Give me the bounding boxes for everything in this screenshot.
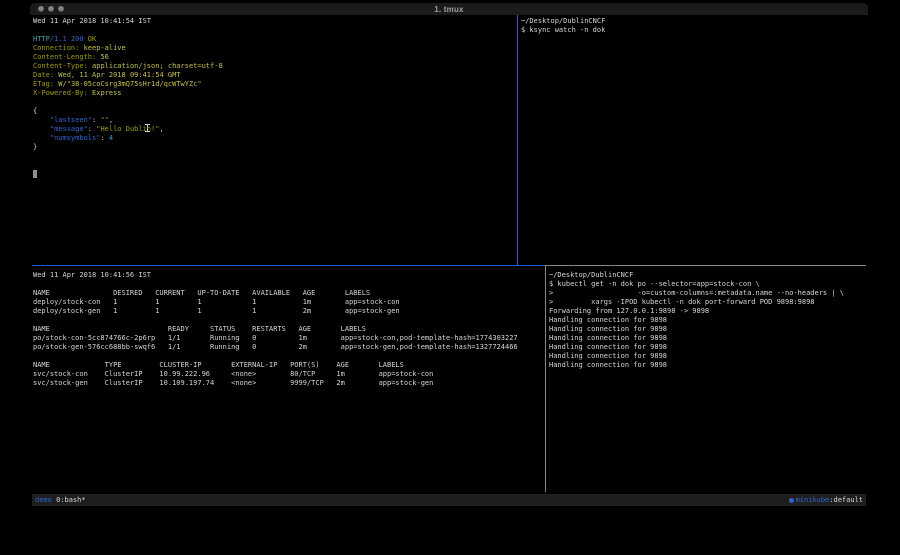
terminal-line: svc/stock-gen ClusterIP 10.109.197.74 <n… xyxy=(33,379,545,388)
terminal-line: "lastseen": "", xyxy=(33,116,517,125)
terminal-line: Wed 11 Apr 2018 10:41:54 IST xyxy=(33,17,517,26)
terminal-line: > xargs -IPOD kubectl -n dok port-forwar… xyxy=(549,298,868,307)
terminal-line: "message": "Hello Dublin!", xyxy=(33,125,517,134)
pane-ksync-watch[interactable]: ~/Desktop/DublinCNCF$ ksync watch -n dok xyxy=(518,15,868,265)
terminal-line: Connection: keep-alive xyxy=(33,44,517,53)
terminal-line: HTTP/1.1 200 OK xyxy=(33,35,517,44)
terminal-line: $ ksync watch -n dok xyxy=(521,26,868,35)
traffic-lights xyxy=(38,6,64,12)
terminal-line: Content-Length: 56 xyxy=(33,53,517,62)
window-list[interactable]: demo 0:bash* xyxy=(35,494,86,506)
terminal-line: Handling connection for 9898 xyxy=(549,361,868,370)
terminal-line: Forwarding from 127.0.0.1:9898 -> 9898 xyxy=(549,307,868,316)
terminal-line: X-Powered-By: Express xyxy=(33,89,517,98)
terminal-line: Handling connection for 9898 xyxy=(549,325,868,334)
pane-port-forward[interactable]: ~/Desktop/DublinCNCF$ kubectl get -n dok… xyxy=(546,266,868,492)
zoom-button[interactable] xyxy=(58,6,64,12)
terminal-line: po/stock-con-5cc874766c-2p6rp 1/1 Runnin… xyxy=(33,334,545,343)
terminal-line: } xyxy=(33,143,517,152)
terminal-line: > -o=custom-columns=:metadata.name --no-… xyxy=(549,289,868,298)
minimize-button[interactable] xyxy=(48,6,54,12)
top-pane-row: Wed 11 Apr 2018 10:41:54 IST HTTP/1.1 200… xyxy=(30,15,868,265)
terminal-line: po/stock-gen-576cc688bb-swqf6 1/1 Runnin… xyxy=(33,343,545,352)
terminal-line: "numsymbols": 4 xyxy=(33,134,517,143)
terminal-line xyxy=(33,352,545,361)
pane-http-response[interactable]: Wed 11 Apr 2018 10:41:54 IST HTTP/1.1 200… xyxy=(30,15,517,265)
terminal-window: 1. tmux Wed 11 Apr 2018 10:41:54 IST HTTP… xyxy=(30,3,868,508)
terminal-line xyxy=(33,280,545,289)
terminal-line: ~/Desktop/DublinCNCF xyxy=(521,17,868,26)
terminal-line: ETag: W/"38-05coCsrg3mQ75sHr1d/qcWTwYZc" xyxy=(33,80,517,89)
terminal-line xyxy=(33,98,517,107)
terminal-line xyxy=(33,170,517,179)
pane-kubectl-resources[interactable]: Wed 11 Apr 2018 10:41:56 IST NAME DESIRED… xyxy=(30,266,545,492)
terminal-line xyxy=(33,26,517,35)
status-right: minikube:default xyxy=(789,494,863,506)
terminal-line: svc/stock-con ClusterIP 10.99.222.96 <no… xyxy=(33,370,545,379)
bottom-pane-row: Wed 11 Apr 2018 10:41:56 IST NAME DESIRED… xyxy=(30,266,868,492)
terminal-line: NAME READY STATUS RESTARTS AGE LABELS xyxy=(33,325,545,334)
terminal-line: Handling connection for 9898 xyxy=(549,343,868,352)
kube-context: minikube:default xyxy=(796,494,863,506)
kubernetes-icon xyxy=(789,498,794,503)
terminal-line: Content-Type: application/json; charset=… xyxy=(33,62,517,71)
terminal-line: NAME TYPE CLUSTER-IP EXTERNAL-IP PORT(S)… xyxy=(33,361,545,370)
terminal-line: Date: Wed, 11 Apr 2018 09:41:54 GMT xyxy=(33,71,517,80)
terminal-line xyxy=(33,161,517,170)
terminal-line: Handling connection for 9898 xyxy=(549,352,868,361)
mouse-cursor xyxy=(147,124,148,132)
close-button[interactable] xyxy=(38,6,44,12)
terminal-line: NAME DESIRED CURRENT UP-TO-DATE AVAILABL… xyxy=(33,289,545,298)
window-titlebar[interactable]: 1. tmux xyxy=(30,3,868,15)
terminal-line xyxy=(33,152,517,161)
terminal-line: ~/Desktop/DublinCNCF xyxy=(549,271,868,280)
terminal-line: Handling connection for 9898 xyxy=(549,316,868,325)
terminal-line xyxy=(33,316,545,325)
terminal-line: Handling connection for 9898 xyxy=(549,334,868,343)
terminal-line: deploy/stock-gen 1 1 1 1 2m app=stock-ge… xyxy=(33,307,545,316)
terminal-line: $ kubectl get -n dok po --selector=app=s… xyxy=(549,280,868,289)
terminal-line: Wed 11 Apr 2018 10:41:56 IST xyxy=(33,271,545,280)
terminal-line: deploy/stock-con 1 1 1 1 1m app=stock-co… xyxy=(33,298,545,307)
window-title: 1. tmux xyxy=(30,5,868,14)
terminal-line: { xyxy=(33,107,517,116)
tmux-status-bar: demo 0:bash* minikube:default xyxy=(32,494,866,506)
tmux-session: Wed 11 Apr 2018 10:41:54 IST HTTP/1.1 200… xyxy=(30,15,868,506)
